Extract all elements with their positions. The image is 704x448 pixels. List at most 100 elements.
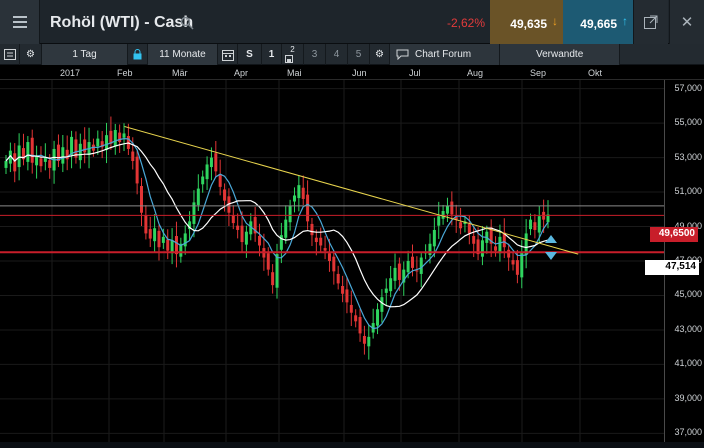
candle-up (4, 161, 8, 168)
candle-up (284, 219, 288, 238)
layout-4-button[interactable]: 4 (326, 44, 348, 65)
candle-down (336, 273, 340, 284)
candle-down (218, 173, 222, 187)
candle-down (358, 317, 362, 334)
candle-up (196, 188, 200, 205)
month-label: Jul (409, 68, 421, 78)
candle-down (118, 132, 122, 143)
candle-down (397, 263, 401, 280)
related-button[interactable]: Verwandte (500, 44, 620, 65)
candle-up (384, 288, 388, 293)
candle-down (362, 335, 366, 344)
layout-s-button[interactable]: S (238, 44, 262, 65)
candle-down (231, 215, 235, 224)
settings-gear-icon[interactable]: ⚙ (370, 44, 390, 65)
menu-icon[interactable] (0, 0, 40, 44)
candle-down (341, 285, 345, 294)
chart-forum-label: Chart Forum (415, 49, 472, 60)
month-label: Feb (117, 68, 133, 78)
layout-3-button[interactable]: 3 (304, 44, 326, 65)
candle-up (96, 138, 100, 147)
search-icon[interactable] (180, 16, 194, 30)
candle-down (236, 225, 240, 230)
sell-marker-icon (545, 252, 557, 260)
bottom-scrollbar[interactable] (0, 442, 704, 448)
instrument-title: Rohöl (WTI) - Cash (50, 14, 194, 31)
candle-down (533, 222, 537, 230)
candle-up (17, 145, 21, 168)
candle-up (380, 297, 384, 312)
candle-up (367, 336, 371, 347)
layout-5-button[interactable]: 5 (348, 44, 370, 65)
save-icon (285, 55, 293, 63)
candle-up (288, 205, 292, 223)
candle-down (472, 236, 476, 244)
month-label: Mär (172, 68, 188, 78)
moving-average-fast (5, 137, 549, 330)
price-tick: 51,000 (674, 186, 702, 197)
candle-down (13, 153, 17, 172)
candle-down (354, 315, 358, 322)
month-label: Aug (467, 68, 484, 78)
ask-price: 49,665 (580, 17, 617, 31)
close-icon[interactable]: ✕ (669, 0, 704, 44)
candle-up (78, 143, 82, 161)
popout-icon[interactable] (633, 0, 668, 44)
candle-down (310, 223, 314, 236)
chart-forum-button[interactable]: Chart Forum (390, 44, 500, 65)
chart-window: Rohöl (WTI) - Cash -2,62% 49,635 ↓ 49,66… (0, 0, 704, 448)
sell-button[interactable]: 49,635 ↓ (490, 0, 563, 44)
candle-up (61, 147, 65, 164)
price-tick: 57,000 (674, 82, 702, 93)
candle-up (537, 216, 541, 233)
month-label: 2017 (60, 68, 81, 78)
candle-down (301, 187, 305, 199)
chart-toolbar: ⚙ 1 Tag 11 Monate S 1 2 3 4 5 ⚙ Chart Fo… (0, 44, 704, 65)
price-tick: 39,000 (674, 392, 702, 403)
interval-select[interactable]: 1 Tag (42, 44, 128, 65)
range-select[interactable]: 11 Monate (148, 44, 218, 65)
candle-up (26, 142, 30, 162)
candle-up (35, 155, 39, 166)
gear-icon[interactable]: ⚙ (20, 44, 42, 65)
month-label: Mai (287, 68, 302, 78)
instrument-header: Rohöl (WTI) - Cash -2,62% 49,635 ↓ 49,66… (0, 0, 704, 44)
candle-down (214, 153, 218, 172)
time-axis: 2017 Feb Mär Apr Mai Jun Jul Aug Sep Okt (0, 66, 704, 80)
candle-down (56, 144, 60, 162)
layout-1-button[interactable]: 1 (262, 44, 282, 65)
price-chart[interactable] (0, 80, 664, 442)
calendar-icon[interactable] (218, 44, 238, 65)
candle-down (327, 253, 331, 261)
candle-down (223, 189, 227, 201)
month-label: Apr (234, 68, 249, 78)
lock-icon[interactable] (128, 44, 148, 65)
candle-down (450, 201, 454, 215)
candle-up (437, 216, 441, 226)
candle-up (406, 261, 410, 273)
month-label: Sep (530, 68, 547, 78)
price-tick: 41,000 (674, 358, 702, 369)
price-tick: 43,000 (674, 323, 702, 334)
candle-up (70, 136, 74, 155)
candle-up (520, 252, 524, 278)
daily-change: -2,62% (446, 16, 485, 30)
month-label: Jun (352, 68, 367, 78)
candle-up (205, 164, 209, 180)
list-icon[interactable] (0, 44, 20, 65)
candle-up (529, 219, 533, 230)
bid-price: 49,635 (510, 17, 547, 31)
candle-up (428, 243, 432, 255)
candle-up (201, 176, 205, 185)
buy-button[interactable]: 49,665 ↑ (563, 0, 633, 44)
candle-up (376, 309, 380, 326)
candle-down (507, 249, 511, 258)
candle-down (306, 194, 310, 222)
candle-down (415, 270, 419, 272)
candle-down (511, 260, 515, 265)
layout-2-button[interactable]: 2 (282, 44, 304, 65)
candle-down (515, 260, 519, 275)
candle-down (266, 253, 270, 270)
candle-up (244, 231, 248, 245)
arrow-down-icon: ↓ (552, 14, 558, 28)
